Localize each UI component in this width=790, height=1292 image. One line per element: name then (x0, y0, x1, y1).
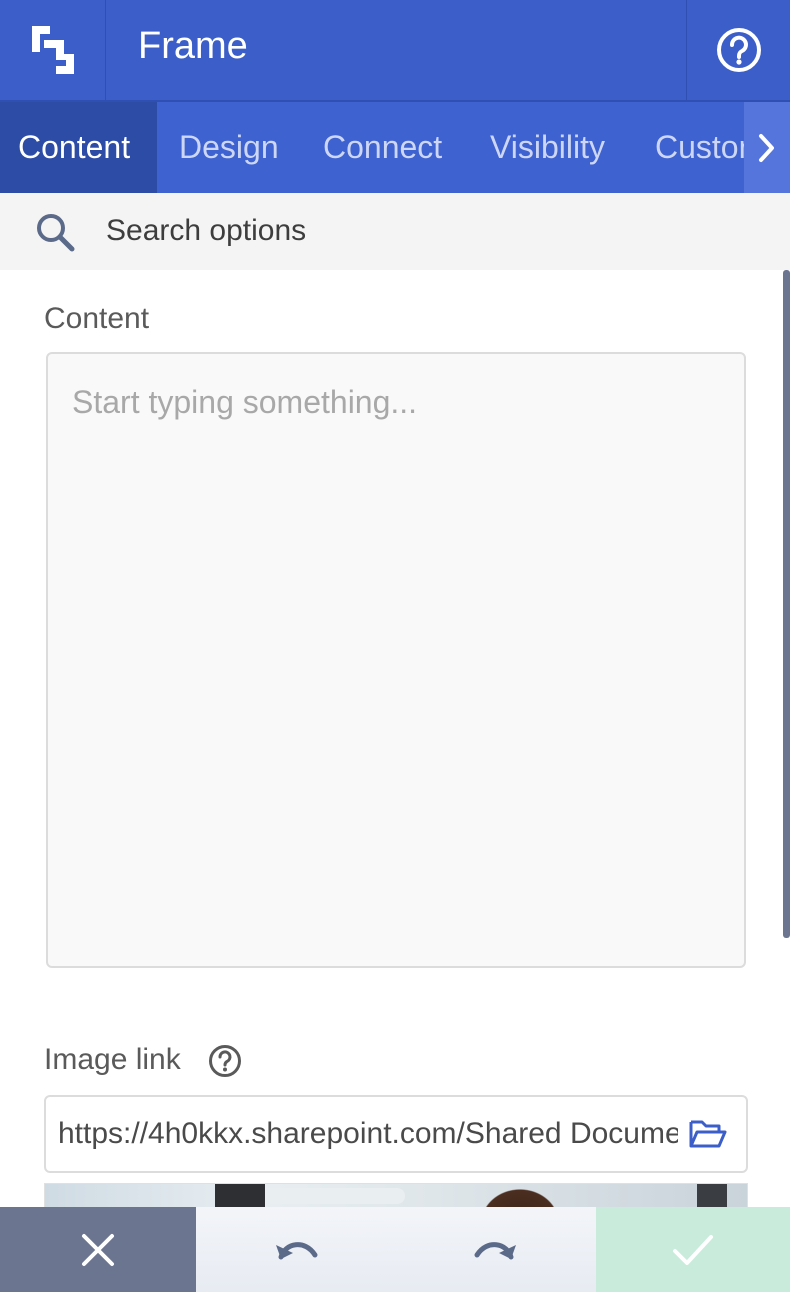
panel-header: Frame (0, 0, 790, 102)
tab-scroll-right-button[interactable] (744, 102, 790, 193)
panel-scrollbar[interactable] (783, 270, 790, 938)
undo-icon (276, 1241, 318, 1259)
content-textarea[interactable] (46, 352, 746, 968)
image-link-field[interactable]: https://4h0kkx.sharepoint.com/Shared Doc… (44, 1095, 748, 1173)
image-link-url[interactable]: https://4h0kkx.sharepoint.com/Shared Doc… (58, 1117, 678, 1151)
search-bar (0, 193, 790, 270)
redo-button[interactable] (396, 1207, 596, 1292)
folder-open-icon[interactable] (688, 1117, 728, 1151)
search-icon (37, 214, 75, 252)
tab-content[interactable]: Content (0, 102, 157, 193)
tab-custom[interactable]: Custom (655, 102, 745, 193)
redo-icon (474, 1241, 516, 1259)
question-circle-icon[interactable] (208, 1044, 242, 1078)
cancel-button[interactable] (0, 1207, 196, 1292)
search-options-input[interactable] (106, 209, 746, 253)
apply-button[interactable] (596, 1207, 790, 1292)
help-button[interactable] (686, 0, 790, 100)
panel-title: Frame (138, 25, 248, 67)
content-label: Content (44, 302, 150, 335)
close-icon (82, 1233, 114, 1266)
action-toolbar (0, 1207, 790, 1292)
chevron-right-icon (759, 133, 774, 162)
undo-button[interactable] (196, 1207, 396, 1292)
tab-bar: Content Design Connect Visibility Custom (0, 102, 790, 193)
check-icon (673, 1234, 713, 1265)
tab-connect[interactable]: Connect (323, 102, 442, 193)
frame-logo-icon (31, 26, 74, 74)
tab-visibility[interactable]: Visibility (490, 102, 605, 193)
frame-logo (0, 0, 106, 100)
image-link-label: Image link (44, 1043, 181, 1076)
tab-design[interactable]: Design (179, 102, 279, 193)
question-circle-icon (716, 28, 761, 72)
